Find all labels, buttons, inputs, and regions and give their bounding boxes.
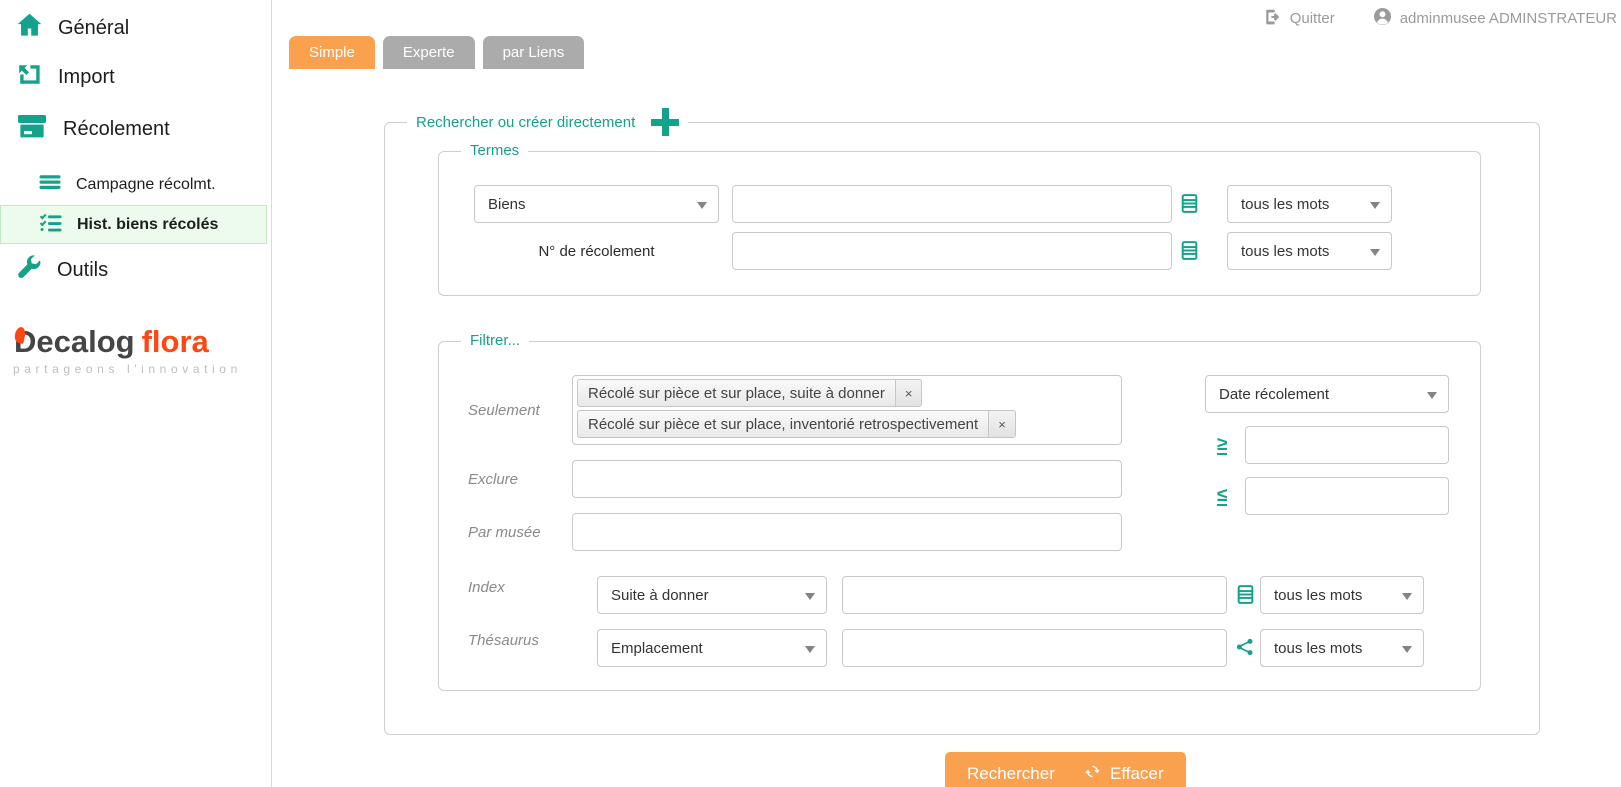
archive-box-icon [16, 110, 48, 148]
filter-legend: Filtrer... [461, 332, 529, 349]
sidebar-item-import[interactable]: Import [0, 53, 271, 102]
import-icon [16, 61, 43, 94]
date-from-input[interactable] [1245, 426, 1449, 464]
sidebar-item-general[interactable]: Général [0, 4, 271, 53]
checklist-icon [39, 210, 63, 239]
sidebar-item-label: Général [58, 17, 129, 40]
thesaurus-share-icon[interactable] [1235, 637, 1255, 657]
filter-tag: Récolé sur pièce et sur place, suite à d… [577, 379, 922, 407]
logo-tagline: partageons l'innovation [13, 363, 271, 375]
index-book-icon[interactable] [1179, 240, 1200, 261]
sidebar-item-label: Hist. biens récolés [77, 216, 218, 234]
terms-match-select[interactable]: tous les mots [1227, 185, 1392, 223]
exclure-label: Exclure [468, 471, 518, 488]
user-icon [1373, 7, 1392, 30]
seulement-tags-input[interactable]: Récolé sur pièce et sur place, suite à d… [572, 375, 1122, 445]
effacer-button-label: Effacer [1110, 764, 1164, 784]
recolement-match-select[interactable]: tous les mots [1227, 232, 1392, 270]
sidebar-item-label: Récolement [63, 118, 170, 141]
topbar: Quitter adminmusee ADMINSTRATEUR [1264, 7, 1617, 30]
sidebar-item-label: Campagne récolmt. [76, 176, 216, 194]
thesaurus-value-input[interactable] [842, 629, 1227, 667]
thesaurus-match-select-value: tous les mots [1274, 640, 1362, 657]
seulement-label: Seulement [468, 402, 540, 419]
tab-par-liens[interactable]: par Liens [483, 36, 585, 69]
field-type-select[interactable]: Biens [474, 185, 719, 223]
create-directly-plus-icon[interactable] [651, 108, 679, 136]
thesaurus-field-select[interactable]: Emplacement [597, 629, 827, 667]
tab-experte[interactable]: Experte [383, 36, 475, 69]
list-icon [38, 170, 62, 199]
par-musee-input[interactable] [572, 513, 1122, 551]
sidebar-item-label: Import [58, 66, 115, 89]
index-book-icon[interactable] [1235, 584, 1256, 605]
search-form-legend-label: Rechercher ou créer directement [416, 114, 635, 131]
thesaurus-match-select[interactable]: tous les mots [1260, 629, 1424, 667]
index-label: Index [468, 579, 505, 596]
user-menu[interactable]: adminmusee ADMINSTRATEUR [1373, 7, 1617, 30]
sidebar-item-campagne-recolement[interactable]: Campagne récolmt. [0, 166, 267, 203]
home-icon [16, 12, 43, 45]
exclure-input[interactable] [572, 460, 1122, 498]
rechercher-button[interactable]: Rechercher [945, 752, 1077, 787]
user-label: adminmusee ADMINSTRATEUR [1400, 10, 1617, 27]
thesaurus-field-select-value: Emplacement [611, 640, 703, 657]
search-mode-tabs: Simple Experte par Liens [289, 36, 584, 69]
termes-legend: Termes [461, 142, 528, 159]
recolement-number-input[interactable] [732, 232, 1172, 270]
filter-tag-label: Récolé sur pièce et sur place, inventori… [578, 411, 988, 437]
remove-tag-icon[interactable]: × [988, 411, 1015, 437]
recolement-match-select-value: tous les mots [1241, 243, 1329, 260]
terms-match-select-value: tous les mots [1241, 196, 1329, 213]
sidebar-item-outils[interactable]: Outils [0, 246, 271, 294]
search-form-legend: Rechercher ou créer directement [407, 108, 688, 136]
filter-tag: Récolé sur pièce et sur place, inventori… [577, 410, 1016, 438]
logo-brand: Decalog [14, 324, 135, 359]
par-musee-label: Par musée [468, 524, 541, 541]
recolement-number-label: N° de récolement [474, 243, 719, 260]
logo-product: flora [142, 324, 209, 359]
quit-button[interactable]: Quitter [1264, 8, 1335, 30]
wrench-icon [16, 254, 42, 286]
thesaurus-label: Thésaurus [468, 632, 539, 649]
index-field-select-value: Suite à donner [611, 587, 709, 604]
index-field-select[interactable]: Suite à donner [597, 576, 827, 614]
terms-search-input[interactable] [732, 185, 1172, 223]
gte-symbol: ≥ [1217, 436, 1227, 455]
rechercher-button-label: Rechercher [967, 764, 1055, 784]
sidebar: Général Import Récolement [0, 0, 272, 787]
main-content: Quitter adminmusee ADMINSTRATEUR Simple … [272, 0, 1621, 787]
filter-tag-label: Récolé sur pièce et sur place, suite à d… [578, 380, 895, 406]
sidebar-item-hist-biens-recoles[interactable]: Hist. biens récolés [0, 205, 267, 244]
index-match-select[interactable]: tous les mots [1260, 576, 1424, 614]
termes-panel: Termes Biens tous les mots N° de [438, 151, 1481, 296]
refresh-icon [1084, 763, 1101, 785]
sidebar-item-recolement[interactable]: Récolement [0, 102, 271, 156]
index-match-select-value: tous les mots [1274, 587, 1362, 604]
filter-panel: Filtrer... Seulement Récolé sur pièce et… [438, 341, 1481, 691]
date-field-select-value: Date récolement [1219, 386, 1329, 403]
index-book-icon[interactable] [1179, 193, 1200, 214]
app-window: Général Import Récolement [0, 0, 1621, 787]
field-type-select-value: Biens [488, 196, 526, 213]
remove-tag-icon[interactable]: × [895, 380, 922, 406]
quit-label: Quitter [1290, 10, 1335, 27]
sidebar-item-label: Outils [57, 259, 108, 282]
date-field-select[interactable]: Date récolement [1205, 375, 1449, 413]
lte-symbol: ≤ [1217, 487, 1227, 506]
logout-icon [1264, 8, 1282, 30]
effacer-button[interactable]: Effacer [1062, 752, 1186, 787]
date-to-input[interactable] [1245, 477, 1449, 515]
decalog-flora-logo: Decalogflora partageons l'innovation [13, 326, 271, 375]
search-form-panel: Rechercher ou créer directement Termes B… [384, 122, 1540, 735]
index-value-input[interactable] [842, 576, 1227, 614]
tab-simple[interactable]: Simple [289, 36, 375, 69]
